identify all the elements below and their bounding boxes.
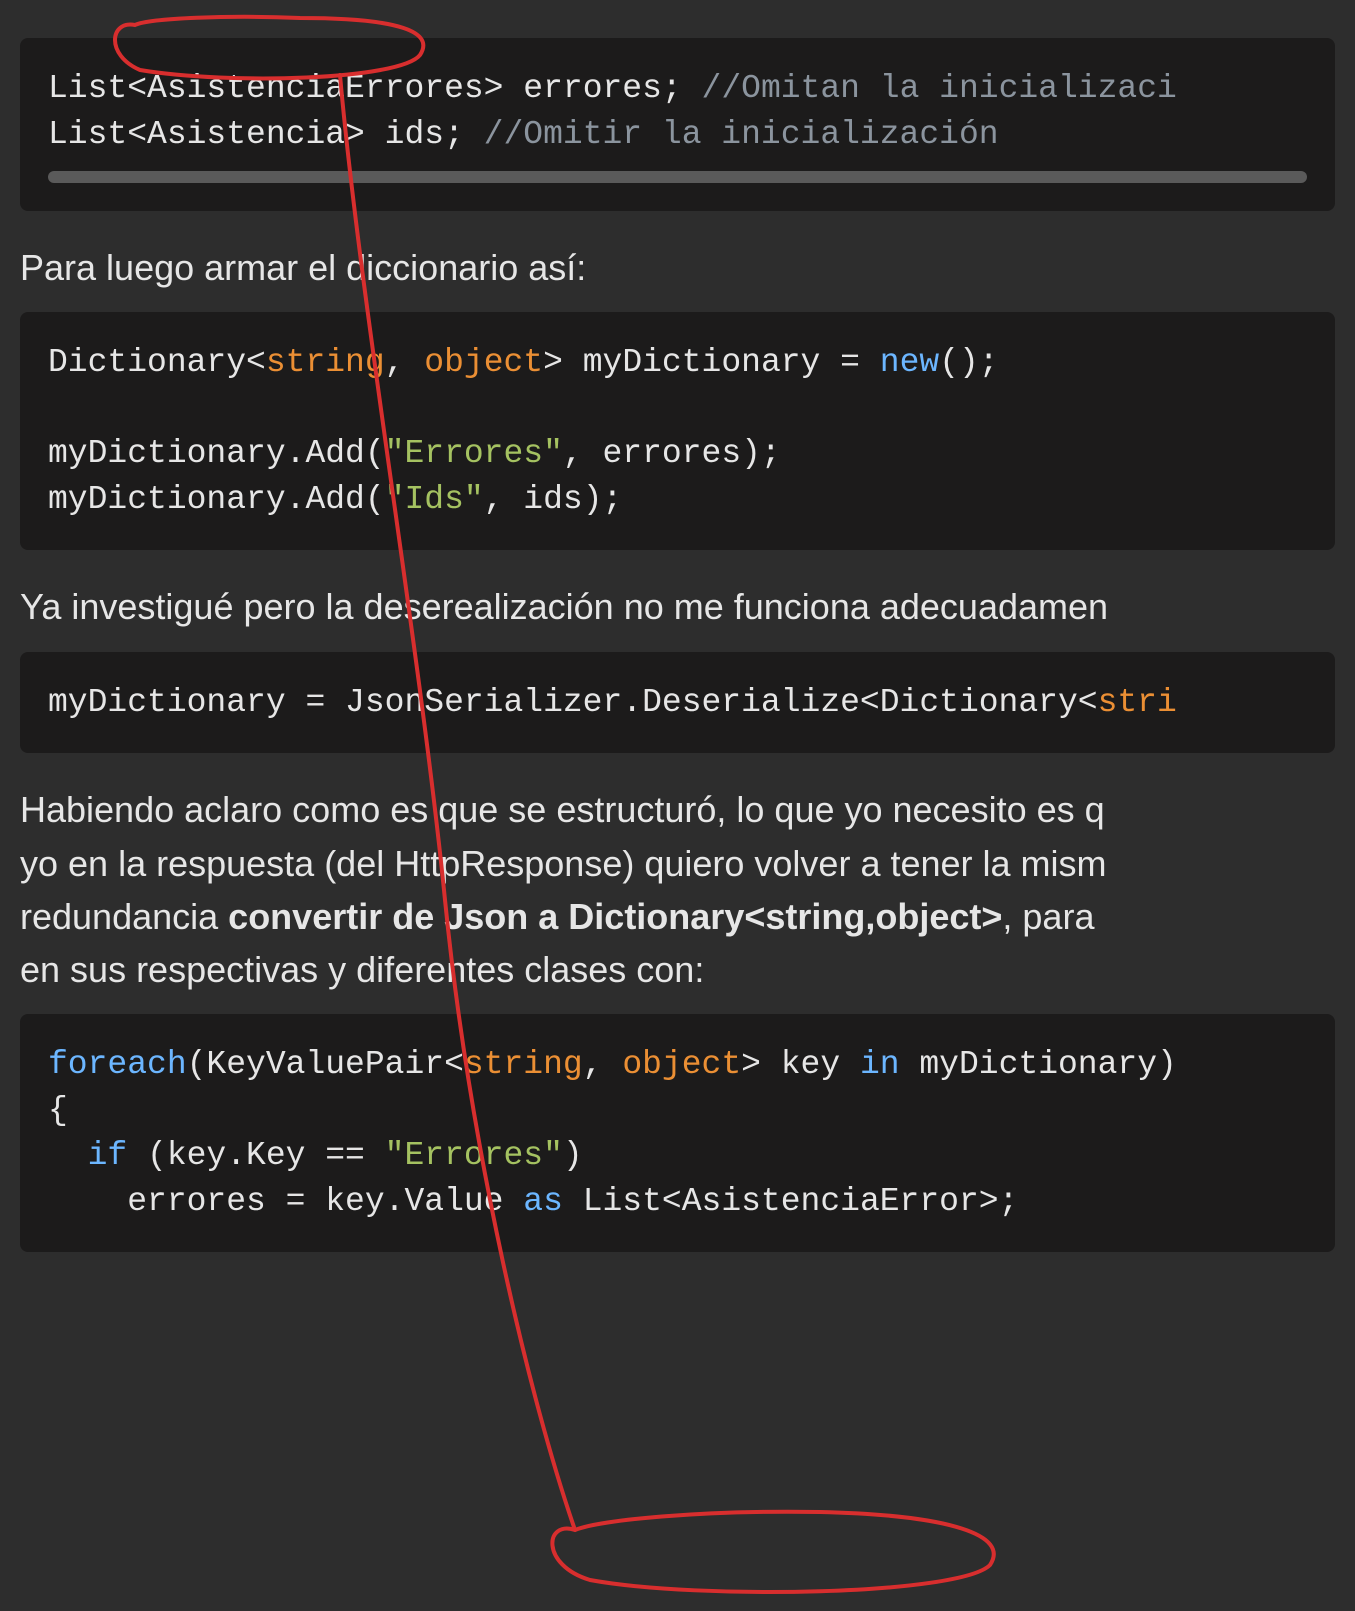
code-string: "Ids" [385, 481, 484, 518]
code-token: (KeyValuePair< [187, 1046, 464, 1083]
code-keyword: in [860, 1046, 900, 1083]
code-token: > key [741, 1046, 860, 1083]
paragraph: Habiendo aclaro como es que se estructur… [20, 783, 1335, 996]
code-token: myDictionary.Add( [48, 481, 385, 518]
page-content: List<AsistenciaErrores> errores; //Omita… [0, 0, 1355, 1290]
text: Habiendo aclaro como es que se estructur… [20, 789, 1105, 830]
code-string: "Errores" [385, 435, 563, 472]
code-block-3[interactable]: myDictionary = JsonSerializer.Deserializ… [20, 652, 1335, 754]
text: redundancia [20, 896, 228, 937]
code-token: ) [563, 1137, 583, 1174]
code-keyword: foreach [48, 1046, 187, 1083]
code-token: (); [939, 344, 998, 381]
code-keyword: object [622, 1046, 741, 1083]
code-block-4[interactable]: foreach(KeyValuePair<string, object> key… [20, 1014, 1335, 1252]
code-token: myDictionary.Add( [48, 435, 385, 472]
paragraph: Ya investigué pero la deserealización no… [20, 580, 1335, 633]
code-token: , [385, 344, 425, 381]
code-keyword: string [464, 1046, 583, 1083]
code-token: Dictionary< [48, 344, 266, 381]
code-token: List<Asistencia> ids; [48, 116, 484, 153]
code-keyword: new [880, 344, 939, 381]
code-comment: //Omitan la inicializaci [702, 70, 1177, 107]
text: en sus respectivas y diferentes clases c… [20, 949, 704, 990]
code-token: myDictionary = JsonSerializer.Deserializ… [48, 684, 1098, 721]
code-token: , errores); [563, 435, 781, 472]
code-keyword: if [88, 1137, 128, 1174]
text: , para [1002, 896, 1094, 937]
code-string: "Errores" [385, 1137, 563, 1174]
code-keyword: as [523, 1183, 563, 1220]
code-keyword: string [266, 344, 385, 381]
code-token [48, 1137, 88, 1174]
code-block-1[interactable]: List<AsistenciaErrores> errores; //Omita… [20, 38, 1335, 211]
code-token: List<AsistenciaError>; [563, 1183, 1018, 1220]
code-token: (key.Key == [127, 1137, 384, 1174]
text: yo en la respuesta (del HttpResponse) qu… [20, 843, 1107, 884]
code-token: errores = key.Value [48, 1183, 523, 1220]
code-token: { [48, 1092, 68, 1129]
annotation-circle-bottom [552, 1512, 993, 1592]
horizontal-scrollbar[interactable] [48, 171, 1307, 183]
text-bold: convertir de Json a Dictionary<string,ob… [228, 896, 1002, 937]
code-token: , ids); [484, 481, 623, 518]
code-token: > myDictionary = [543, 344, 880, 381]
code-comment: //Omitir la inicialización [484, 116, 999, 153]
code-keyword: object [424, 344, 543, 381]
code-block-2[interactable]: Dictionary<string, object> myDictionary … [20, 312, 1335, 550]
code-token: errores; [503, 70, 701, 107]
code-token: List [48, 70, 127, 107]
paragraph: Para luego armar el diccionario así: [20, 241, 1335, 294]
code-token: myDictionary) [900, 1046, 1177, 1083]
code-token: <AsistenciaErrores> [127, 70, 503, 107]
code-keyword: stri [1098, 684, 1177, 721]
code-token: , [583, 1046, 623, 1083]
